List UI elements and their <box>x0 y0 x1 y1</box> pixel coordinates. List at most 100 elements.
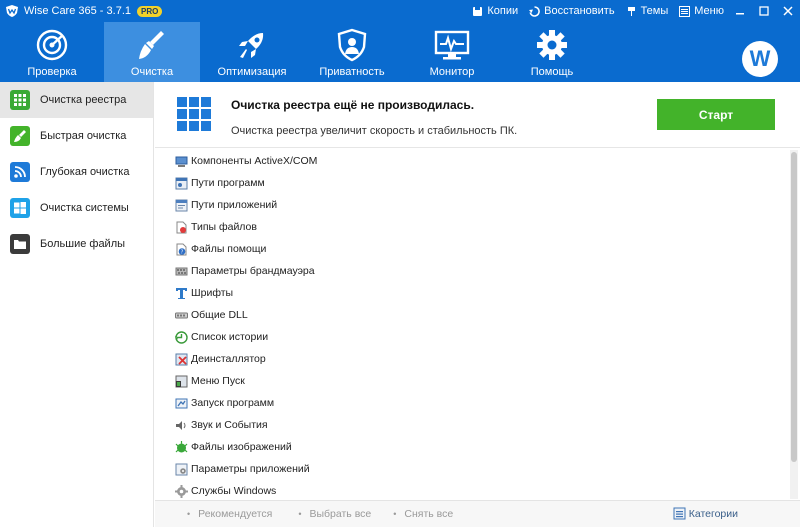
user-avatar[interactable]: W <box>742 41 778 77</box>
list-item[interactable]: Шрифты <box>175 282 233 304</box>
tab-optimize[interactable]: Оптимизация <box>204 22 300 82</box>
history-icon <box>175 330 188 344</box>
recommended-label: Рекомендуется <box>198 508 273 520</box>
tab-clean[interactable]: Очистка <box>104 22 200 82</box>
image-files-icon <box>175 440 188 454</box>
list-item-label: Параметры брандмауэра <box>191 265 315 277</box>
tab-optimize-label: Оптимизация <box>217 66 287 78</box>
registry-category-list: Компоненты ActiveX/COM Пути программ Пут… <box>155 150 787 499</box>
tab-clean-label: Очистка <box>130 66 174 78</box>
broom-icon <box>10 126 30 146</box>
firewall-icon <box>175 265 188 278</box>
list-item[interactable]: Общие DLL <box>175 304 248 326</box>
restore-label: Восстановить <box>544 5 615 17</box>
list-item[interactable]: ? Файлы помощи <box>175 238 266 260</box>
list-item[interactable]: Компоненты ActiveX/COM <box>175 150 317 172</box>
list-footer: • Рекомендуется • Выбрать все • Снять все К… <box>155 500 800 527</box>
file-types-icon <box>175 221 188 234</box>
select-all-link[interactable]: • Выбрать все <box>298 508 371 520</box>
gear-icon <box>537 30 567 60</box>
help-files-icon: ? <box>175 243 188 256</box>
sidebar-item-label: Очистка системы <box>40 202 129 214</box>
deselect-all-label: Снять все <box>404 508 454 520</box>
categories-icon <box>673 507 686 520</box>
themes-label: Темы <box>640 5 669 17</box>
categories-button[interactable]: Категории <box>673 507 738 520</box>
list-item[interactable]: Список истории <box>175 326 268 348</box>
backup-button[interactable]: Копии <box>472 5 518 17</box>
themes-button[interactable]: Темы <box>626 5 669 17</box>
menu-label: Меню <box>694 5 724 17</box>
close-icon <box>783 6 793 16</box>
sidebar-item-label: Быстрая очистка <box>40 130 127 142</box>
main-nav: Проверка Очистка Оптимизация Приватность… <box>0 22 800 82</box>
list-item-label: Звук и События <box>191 419 268 431</box>
tab-monitor-label: Монитор <box>429 66 475 78</box>
tab-privacy[interactable]: Приватность <box>304 22 400 82</box>
list-item[interactable]: Параметры брандмауэра <box>175 260 315 282</box>
list-item[interactable]: Деинсталлятор <box>175 348 266 370</box>
sidebar-item-deep-clean[interactable]: Глубокая очистка <box>0 154 153 190</box>
tab-privacy-label: Приватность <box>319 66 385 78</box>
themes-icon <box>627 6 635 16</box>
broom-icon <box>139 31 164 59</box>
scroll-thumb[interactable] <box>791 152 797 462</box>
list-item-label: Параметры приложений <box>191 463 310 475</box>
registry-grid-icon <box>177 97 211 131</box>
list-item[interactable]: Пути программ <box>175 172 265 194</box>
page-subtitle: Очистка реестра увеличит скорость и стаб… <box>231 125 518 137</box>
windows-icon <box>10 198 30 218</box>
recommended-link[interactable]: • Рекомендуется <box>187 508 272 520</box>
svg-text:?: ? <box>181 249 184 255</box>
categories-label: Категории <box>688 507 738 520</box>
activex-icon <box>175 155 188 168</box>
tab-monitor[interactable]: Монитор <box>404 22 500 82</box>
services-icon <box>175 484 188 498</box>
list-item[interactable]: Пути приложений <box>175 194 277 216</box>
sidebar-item-quick-clean[interactable]: Быстрая очистка <box>0 118 153 154</box>
list-item-label: Пути приложений <box>191 199 278 211</box>
tab-help[interactable]: Помощь <box>504 22 600 82</box>
deep-clean-icon <box>10 162 30 182</box>
menu-button[interactable]: Меню <box>679 5 724 17</box>
backup-label: Копии <box>487 5 519 17</box>
minimize-icon <box>736 13 744 15</box>
tab-check[interactable]: Проверка <box>4 22 100 82</box>
list-item-label: Файлы помощи <box>191 243 267 255</box>
restore-button[interactable]: Восстановить <box>529 5 615 17</box>
list-item-label: Меню Пуск <box>191 375 245 387</box>
list-item[interactable]: Типы файлов <box>175 216 257 238</box>
list-item-label: Типы файлов <box>191 221 257 233</box>
app-logo-icon <box>6 5 18 17</box>
close-button[interactable] <box>776 0 800 22</box>
list-item-label: Службы Windows <box>191 485 277 497</box>
list-item[interactable]: Меню Пуск <box>175 370 245 392</box>
page-title: Очистка реестра ещё не производилась. <box>231 98 475 112</box>
list-item[interactable]: Запуск программ <box>175 392 274 414</box>
sidebar-item-large-files[interactable]: Большие файлы <box>0 226 153 262</box>
list-item[interactable]: Службы Windows <box>175 480 276 502</box>
minimize-button[interactable] <box>728 0 752 22</box>
sidebar-item-label: Очистка реестра <box>40 94 127 106</box>
title-bar: Wise Care 365 - 3.7.1 PRO Копии Восстано… <box>0 0 800 22</box>
start-button[interactable]: Старт <box>657 99 775 130</box>
fonts-icon <box>175 287 188 300</box>
list-item[interactable]: Параметры приложений <box>175 458 310 480</box>
app-title: Wise Care 365 - 3.7.1 <box>24 5 131 17</box>
list-item[interactable]: Файлы изображений <box>175 436 292 458</box>
deselect-all-link[interactable]: • Снять все <box>393 508 453 520</box>
list-scrollbar[interactable] <box>790 150 798 499</box>
maximize-button[interactable] <box>752 0 776 22</box>
list-item[interactable]: Звук и События <box>175 414 268 436</box>
list-item-label: Компоненты ActiveX/COM <box>191 155 318 167</box>
app-settings-icon <box>175 463 188 476</box>
radar-icon <box>36 29 68 61</box>
sidebar-item-registry-clean[interactable]: Очистка реестра <box>0 82 153 118</box>
shield-icon <box>337 28 367 62</box>
rocket-icon <box>239 33 264 58</box>
sidebar-item-system-clean[interactable]: Очистка системы <box>0 190 153 226</box>
monitor-icon <box>434 30 470 60</box>
list-item-label: Шрифты <box>191 287 234 299</box>
registry-header: Очистка реестра ещё не производилась. Оч… <box>155 82 800 148</box>
backup-icon <box>473 6 483 16</box>
